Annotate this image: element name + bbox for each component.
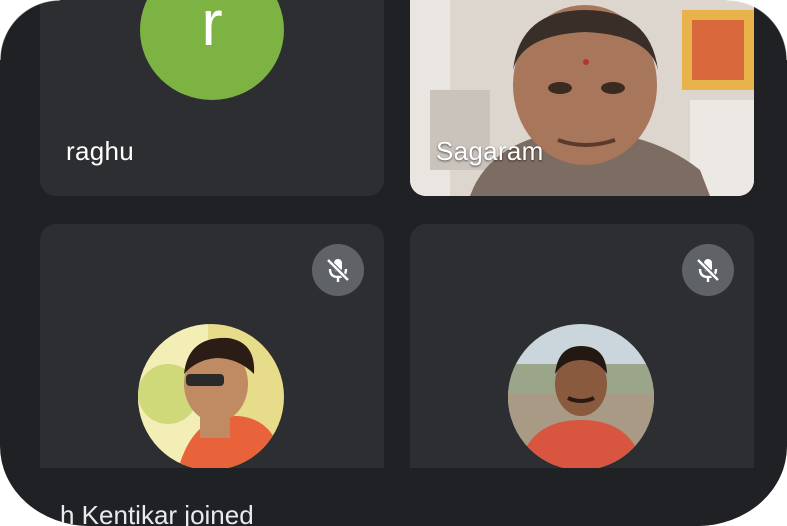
participant-name: Sagaram [436,136,544,166]
mic-off-button[interactable] [682,244,734,296]
avatar [138,324,284,470]
join-notification: h Kentikar joined [60,500,254,526]
participant-tile-sagaram[interactable]: Sagaram [410,0,754,196]
participant-name: raghu [66,136,134,166]
device-corner [0,0,60,60]
participant-tile-raghu[interactable]: r raghu [40,0,384,196]
participant-tile-3[interactable] [40,224,384,484]
device-corner [727,0,787,60]
mic-off-icon [696,258,720,282]
mic-off-button[interactable] [312,244,364,296]
meeting-grid: r raghu Sagaram h Kentikar joined [0,0,787,526]
avatar [508,324,654,470]
participant-tile-4[interactable] [410,224,754,484]
avatar: r [140,0,284,100]
mic-off-icon [326,258,350,282]
